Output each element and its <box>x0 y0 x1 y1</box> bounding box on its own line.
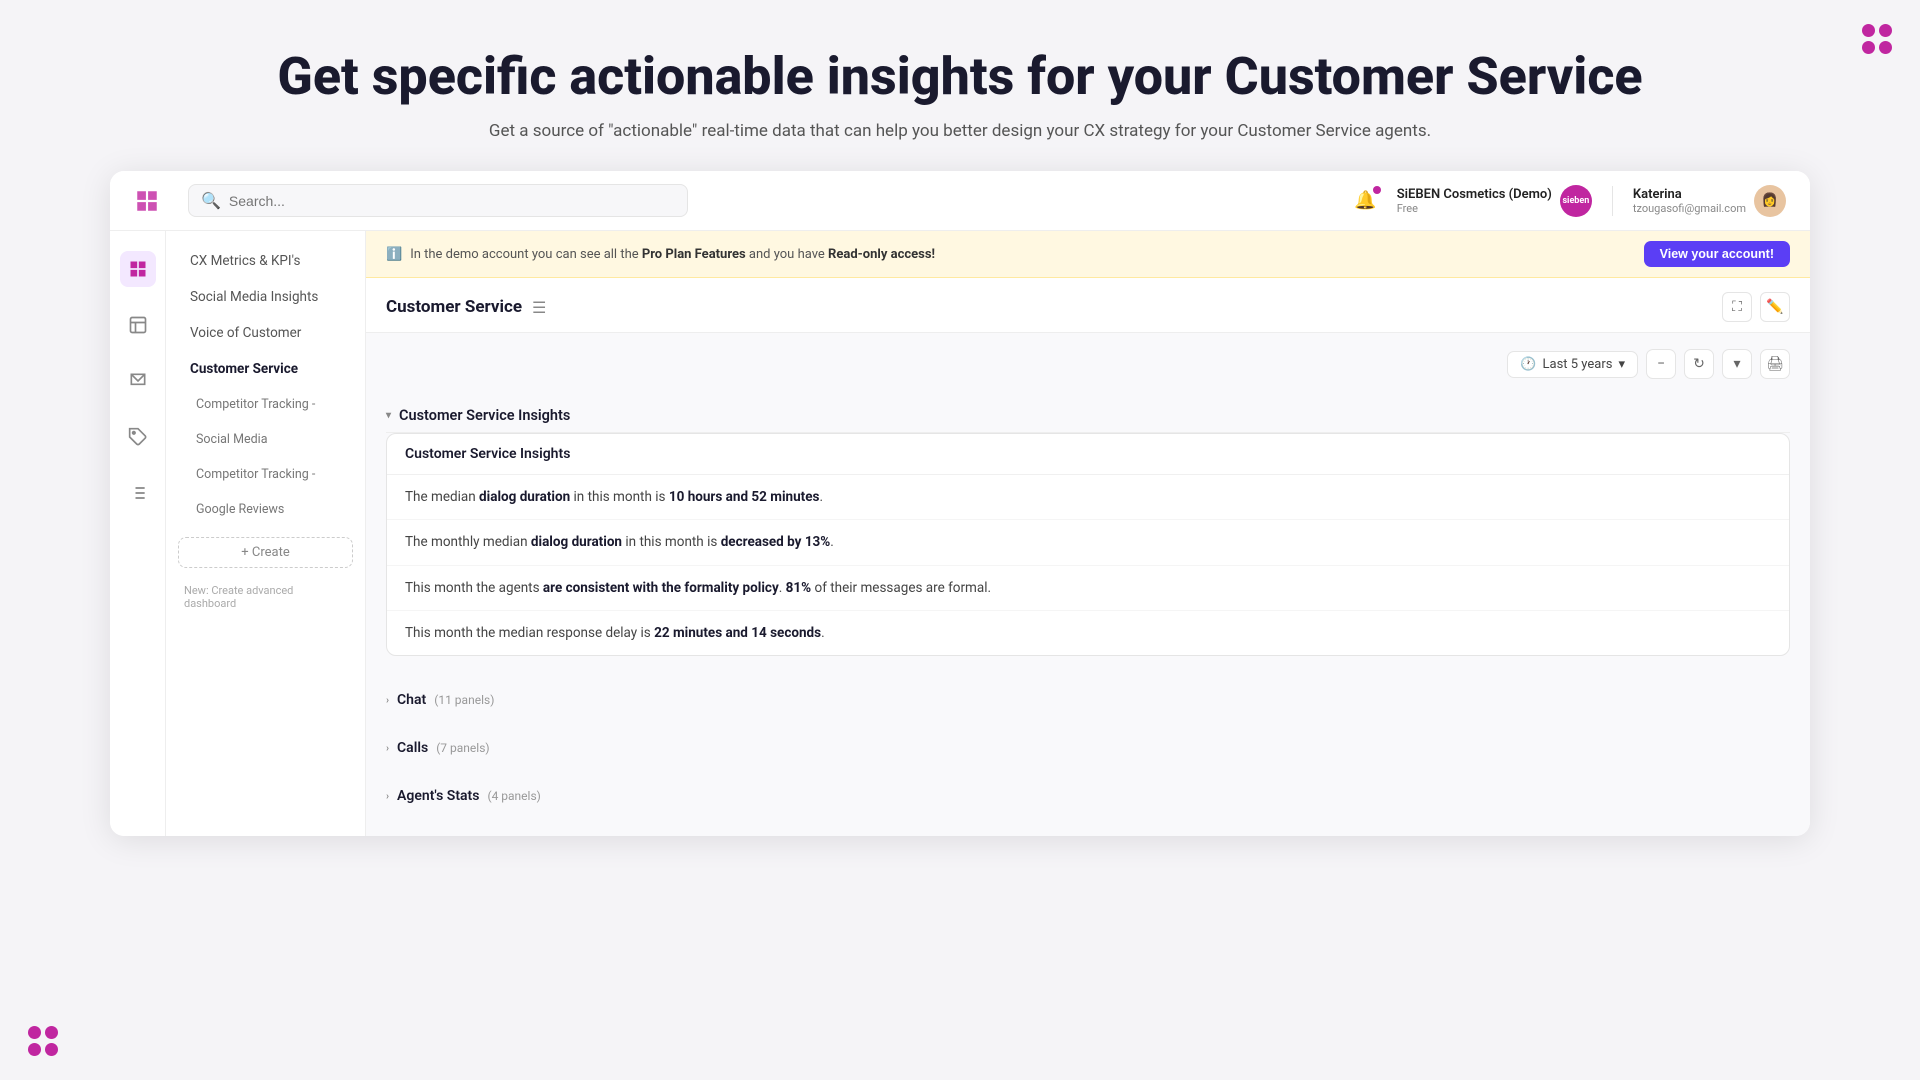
banner-info-icon: ℹ️ <box>386 247 402 262</box>
notification-bell[interactable]: 🔔 <box>1354 190 1376 211</box>
chevron-right-calls: › <box>386 743 389 754</box>
nav-item-google-reviews[interactable]: Google Reviews <box>172 493 359 526</box>
insight-row-1: The median dialog duration in this month… <box>387 475 1789 520</box>
app-logo <box>134 188 160 214</box>
chat-label: Chat <box>397 692 426 708</box>
demo-banner: ℹ️ In the demo account you can see all t… <box>366 231 1810 278</box>
nav-item-social-media-sub[interactable]: Social Media <box>172 423 359 456</box>
calls-count: (7 panels) <box>436 741 489 755</box>
company-plan: Free <box>1397 202 1552 215</box>
customer-service-insights-section: ▾ Customer Service Insights Customer Ser… <box>386 389 1790 676</box>
hero-title: Get specific actionable insights for you… <box>60 48 1860 105</box>
chat-count: (11 panels) <box>434 693 494 707</box>
insight-bold-4a: 22 minutes and 14 seconds <box>654 625 821 641</box>
company-avatar: sieben <box>1560 185 1592 217</box>
nav-panel: CX Metrics & KPI's Social Media Insights… <box>166 231 366 836</box>
notification-badge <box>1373 186 1381 194</box>
insight-row-4: This month the median response delay is … <box>387 611 1789 655</box>
sidebar-icon-dashboard[interactable] <box>120 251 156 287</box>
insight-row-3: This month the agents are consistent wit… <box>387 566 1789 611</box>
chat-section: › Chat (11 panels) <box>386 676 1790 724</box>
insights-card-header: Customer Service Insights <box>387 434 1789 475</box>
page-header: Customer Service ☰ ⛶ ✏️ <box>366 278 1810 333</box>
date-filter[interactable]: 🕐 Last 5 years ▾ <box>1507 351 1638 378</box>
section-label-insights: Customer Service Insights <box>399 407 570 424</box>
divider <box>1612 186 1613 216</box>
banner-read-only: Read-only access! <box>828 247 935 262</box>
agents-stats-section-header[interactable]: › Agent's Stats (4 panels) <box>386 780 1790 812</box>
brand-icon-bottom-left <box>28 1026 58 1056</box>
brand-icon-top-right <box>1862 24 1892 54</box>
date-filter-label: Last 5 years <box>1543 357 1613 372</box>
insight-row-2: The monthly median dialog duration in th… <box>387 520 1789 565</box>
menu-icon[interactable]: ☰ <box>532 298 546 317</box>
user-name: Katerina <box>1633 187 1746 202</box>
calls-section: › Calls (7 panels) <box>386 724 1790 772</box>
insight-bold-1b: 10 hours and 52 minutes <box>669 489 820 505</box>
dashboard: 🕐 Last 5 years ▾ − ↻ ▾ 🖨 ▾ Customer Serv… <box>366 333 1810 836</box>
content-area: ℹ️ In the demo account you can see all t… <box>366 231 1810 836</box>
nav-item-competitor-tracking-2[interactable]: Competitor Tracking - <box>172 458 359 491</box>
page-header-actions: ⛶ ✏️ <box>1722 292 1790 322</box>
chevron-down-icon: ▾ <box>1618 357 1625 372</box>
main-layout: CX Metrics & KPI's Social Media Insights… <box>110 231 1810 836</box>
nav-item-cx-metrics[interactable]: CX Metrics & KPI's <box>172 244 359 278</box>
chevron-right-agents: › <box>386 791 389 802</box>
nav-item-social-media[interactable]: Social Media Insights <box>172 280 359 314</box>
chevron-right-chat: › <box>386 695 389 706</box>
nav-item-voice-customer[interactable]: Voice of Customer <box>172 316 359 350</box>
sidebar-icon-messages[interactable] <box>120 363 156 399</box>
insight-bold-3b: 81% <box>786 580 811 596</box>
bell-icon: 🔔 <box>1354 190 1376 211</box>
sidebar-icon-list[interactable] <box>120 475 156 511</box>
edit-button[interactable]: ✏️ <box>1760 292 1790 322</box>
search-input[interactable] <box>229 193 675 209</box>
sidebar-icons <box>110 231 166 836</box>
filter-row: 🕐 Last 5 years ▾ − ↻ ▾ 🖨 <box>386 349 1790 379</box>
expand-button[interactable]: ⛶ <box>1722 292 1752 322</box>
sidebar-icon-reports[interactable] <box>120 307 156 343</box>
sidebar-icon-tags[interactable] <box>120 419 156 455</box>
insight-bold-2a: dialog duration <box>531 534 622 550</box>
nav-item-competitor-tracking[interactable]: Competitor Tracking - <box>172 388 359 421</box>
page-title: Customer Service <box>386 297 522 317</box>
clock-icon: 🕐 <box>1520 357 1536 372</box>
insight-bold-1a: dialog duration <box>479 489 570 505</box>
agents-stats-section: › Agent's Stats (4 panels) <box>386 772 1790 820</box>
user-info: Katerina tzougasofi@gmail.com 👩 <box>1633 185 1786 217</box>
user-email: tzougasofi@gmail.com <box>1633 202 1746 215</box>
agents-stats-label: Agent's Stats <box>397 788 479 804</box>
section-header-insights[interactable]: ▾ Customer Service Insights <box>386 397 1790 433</box>
topbar: 🔍 🔔 SiEBEN Cosmetics (Demo) Free sieben <box>110 171 1810 231</box>
search-bar[interactable]: 🔍 <box>188 184 688 217</box>
print-button[interactable]: 🖨 <box>1760 349 1790 379</box>
search-icon: 🔍 <box>201 191 221 210</box>
banner-pro-features: Pro Plan Features <box>642 247 746 262</box>
hero-section: Get specific actionable insights for you… <box>0 0 1920 171</box>
calls-label: Calls <box>397 740 428 756</box>
insights-card: Customer Service Insights The median dia… <box>386 433 1790 656</box>
company-info: SiEBEN Cosmetics (Demo) Free sieben <box>1397 185 1592 217</box>
topbar-right: 🔔 SiEBEN Cosmetics (Demo) Free sieben Ka… <box>1354 185 1786 217</box>
more-options-button[interactable]: ▾ <box>1722 349 1752 379</box>
zoom-out-button[interactable]: − <box>1646 349 1676 379</box>
company-name: SiEBEN Cosmetics (Demo) <box>1397 187 1552 202</box>
chat-section-header[interactable]: › Chat (11 panels) <box>386 684 1790 716</box>
create-button[interactable]: + Create <box>178 537 353 568</box>
new-dashboard-label: New: Create advanced dashboard <box>166 578 365 616</box>
agents-stats-count: (4 panels) <box>487 789 540 803</box>
banner-text: In the demo account you can see all the … <box>410 247 935 262</box>
view-account-button[interactable]: View your account! <box>1644 241 1790 267</box>
app-container: 🔍 🔔 SiEBEN Cosmetics (Demo) Free sieben <box>110 171 1810 836</box>
hero-subtitle: Get a source of "actionable" real-time d… <box>60 121 1860 141</box>
calls-section-header[interactable]: › Calls (7 panels) <box>386 732 1790 764</box>
insight-bold-3a: are consistent with the formality policy <box>543 580 779 596</box>
user-avatar: 👩 <box>1754 185 1786 217</box>
refresh-button[interactable]: ↻ <box>1684 349 1714 379</box>
insight-bold-2b: decreased by 13% <box>721 534 831 550</box>
nav-item-customer-service[interactable]: Customer Service <box>172 352 359 386</box>
section-chevron-insights: ▾ <box>386 410 391 421</box>
